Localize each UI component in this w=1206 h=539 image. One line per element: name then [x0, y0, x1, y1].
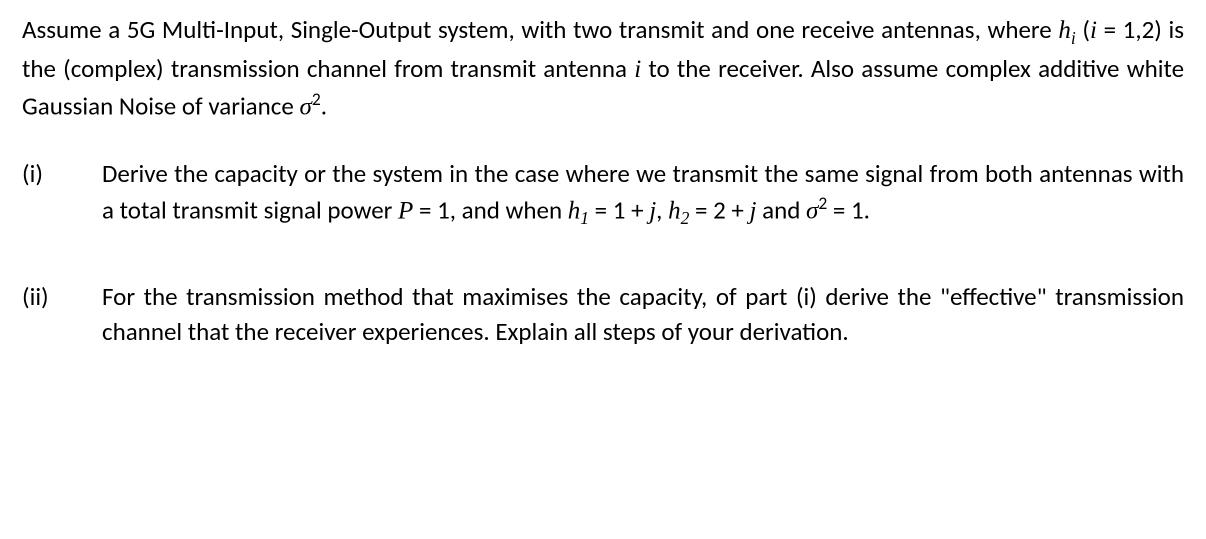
sub-1: 1 — [580, 208, 589, 228]
sub-i: i — [1071, 28, 1076, 48]
q1-comma: , — [656, 194, 668, 225]
var-i: i — [1090, 17, 1097, 44]
var-sigma: σ — [299, 93, 311, 120]
q1-h1-val: = 1 + — [589, 194, 649, 225]
sub-2: 2 — [681, 208, 690, 228]
question-1-label: (i) — [22, 156, 102, 231]
intro-paragraph: Assume a 5G Multi-Input, Single-Output s… — [22, 12, 1184, 124]
intro-text-2: ( — [1076, 14, 1090, 45]
sup-2: 2 — [312, 88, 321, 110]
sup-2-q1: 2 — [818, 192, 827, 214]
var-h: h — [1058, 17, 1071, 44]
question-2-content: For the transmission method that maximis… — [102, 279, 1184, 349]
question-1: (i) Derive the capacity or the system in… — [22, 156, 1184, 231]
intro-text-1: Assume a 5G Multi-Input, Single-Output s… — [22, 14, 1058, 45]
question-2: (ii) For the transmission method that ma… — [22, 279, 1184, 349]
q1-eq1: = 1, and when — [413, 194, 567, 225]
var-sigma-q1: σ — [806, 197, 818, 224]
question-1-content: Derive the capacity or the system in the… — [102, 156, 1184, 231]
var-h1: h — [568, 197, 581, 224]
question-2-label: (ii) — [22, 279, 102, 349]
q1-and: and — [756, 194, 806, 225]
q1-eq-end: = 1. — [827, 194, 870, 225]
var-P: P — [398, 197, 413, 224]
var-h2: h — [668, 197, 681, 224]
q1-h2-val: = 2 + — [689, 194, 749, 225]
intro-text-5: . — [321, 90, 327, 121]
